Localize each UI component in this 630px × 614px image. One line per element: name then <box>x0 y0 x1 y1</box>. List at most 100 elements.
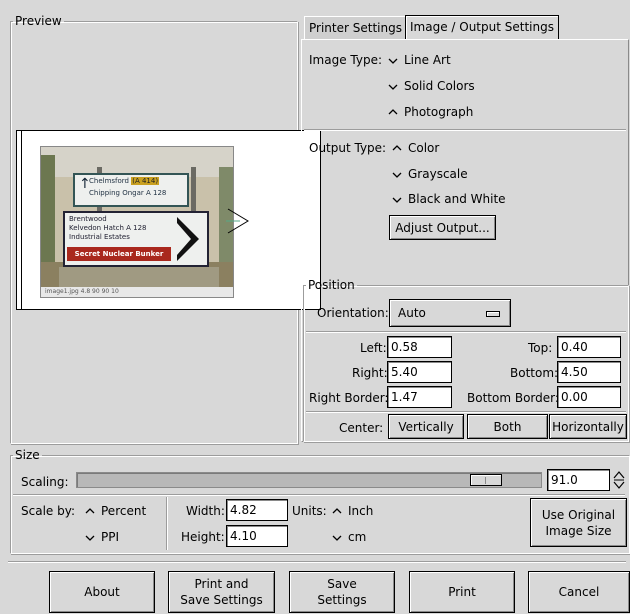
image-status-strip: image1.jpg 4.8 90 90 10 <box>41 287 233 297</box>
sign-banner: Secret Nuclear Bunker <box>67 247 171 261</box>
orientation-dropdown[interactable]: Auto <box>389 299 511 327</box>
units-label: Units: <box>292 504 327 518</box>
print-and-save-settings-button[interactable]: Print and Save Settings <box>168 571 275 613</box>
about-button[interactable]: About <box>49 571 155 613</box>
radio-percent[interactable]: Percent <box>84 503 146 519</box>
separator <box>306 411 626 413</box>
print-and-save-line2: Save Settings <box>180 593 263 607</box>
right-label: Right: <box>352 366 388 380</box>
separator <box>306 331 626 333</box>
radio-solid-colors-label: Solid Colors <box>404 79 475 93</box>
sign-line-chipping-ongar: Chipping Ongar A 128 <box>89 189 167 197</box>
move-arrow-icon <box>226 208 249 234</box>
size-frame-label: Size <box>15 448 40 462</box>
height-label: Height: <box>181 530 225 544</box>
tab-image-output-settings[interactable]: Image / Output Settings <box>405 15 559 40</box>
center-label: Center: <box>339 421 384 435</box>
center-horizontally-button[interactable]: Horizontally <box>549 414 627 439</box>
preview-frame-label: Preview <box>15 14 62 28</box>
radio-off-icon <box>331 531 343 543</box>
radio-line-art-label: Line Art <box>404 53 451 67</box>
orientation-label: Orientation: <box>317 306 389 320</box>
print-button[interactable]: Print <box>409 571 515 613</box>
road-sign-top: ↑ Chelmsford (A 414) Chipping Ongar A 12… <box>73 173 189 207</box>
top-label: Top: <box>528 341 553 355</box>
radio-grayscale-label: Grayscale <box>408 167 468 181</box>
sign-line-brentwood: Brentwood <box>69 215 107 223</box>
radio-cm[interactable]: cm <box>331 529 366 545</box>
top-input[interactable]: 0.40 <box>557 336 621 358</box>
arrow-up-icon: ↑ <box>79 176 91 192</box>
tab-printer-settings[interactable]: Printer Settings <box>304 16 407 39</box>
height-input[interactable]: 4.10 <box>226 525 288 547</box>
right-input[interactable]: 5.40 <box>387 361 452 383</box>
radio-color[interactable]: Color <box>391 140 439 156</box>
save-settings-line2: Settings <box>317 593 367 607</box>
center-vertically-button[interactable]: Vertically <box>388 414 464 439</box>
bottom-input[interactable]: 4.50 <box>557 361 621 383</box>
separator-vertical <box>166 497 168 550</box>
radio-off-icon <box>387 54 399 66</box>
radio-off-icon <box>391 193 403 205</box>
width-input[interactable]: 4.82 <box>226 499 288 521</box>
option-menu-indicator-icon <box>486 311 500 317</box>
scale-by-label: Scale by: <box>21 504 75 518</box>
sign-line-chelmsford: Chelmsford <box>89 177 129 185</box>
preview-image[interactable]: ↑ Chelmsford (A 414) Chipping Ongar A 12… <box>40 146 234 298</box>
scaling-slider-thumb[interactable] <box>470 474 502 486</box>
radio-photograph[interactable]: Photograph <box>387 104 473 120</box>
radio-off-icon <box>84 531 96 543</box>
use-original-size-line1: Use Original <box>541 507 616 522</box>
radio-black-and-white[interactable]: Black and White <box>391 191 506 207</box>
bottom-border-input[interactable]: 0.00 <box>557 386 621 408</box>
radio-on-icon <box>84 505 96 517</box>
right-border-input[interactable]: 1.47 <box>387 386 452 408</box>
radio-percent-label: Percent <box>101 504 147 518</box>
radio-inch[interactable]: Inch <box>331 503 373 519</box>
sign-line-industrial: Industrial Estates <box>69 233 130 241</box>
cancel-button[interactable]: Cancel <box>528 571 630 613</box>
image-type-label: Image Type: <box>309 53 383 67</box>
radio-line-art[interactable]: Line Art <box>387 52 451 68</box>
radio-black-and-white-label: Black and White <box>408 192 506 206</box>
separator <box>8 561 626 563</box>
radio-inch-label: Inch <box>348 504 374 518</box>
scaling-slider[interactable] <box>76 472 542 488</box>
left-input[interactable]: 0.58 <box>387 336 452 358</box>
scaling-input[interactable]: 91.0 <box>547 469 610 491</box>
radio-grayscale[interactable]: Grayscale <box>391 166 468 182</box>
separator <box>304 129 626 131</box>
radio-ppi[interactable]: PPI <box>84 529 119 545</box>
radio-photograph-label: Photograph <box>404 105 474 119</box>
save-settings-line1: Save <box>327 577 357 591</box>
orientation-value: Auto <box>398 306 426 320</box>
left-label: Left: <box>360 341 387 355</box>
center-both-button[interactable]: Both <box>467 414 548 439</box>
output-type-label: Output Type: <box>309 141 387 155</box>
radio-solid-colors[interactable]: Solid Colors <box>387 78 475 94</box>
bottom-border-label: Bottom Border: <box>467 391 559 405</box>
bottom-label: Bottom: <box>510 366 559 380</box>
sign-badge: (A 414) <box>131 177 160 185</box>
radio-off-icon <box>387 80 399 92</box>
save-settings-button[interactable]: Save Settings <box>289 571 395 613</box>
use-original-size-line2: Image Size <box>545 523 612 538</box>
position-frame-label: Position <box>308 278 355 292</box>
radio-color-label: Color <box>408 141 440 155</box>
radio-on-icon <box>387 106 399 118</box>
radio-ppi-label: PPI <box>101 530 120 544</box>
width-label: Width: <box>186 504 225 518</box>
sign-line-kelvedon: Kelvedon Hatch A 128 <box>69 224 147 232</box>
adjust-output-button[interactable]: Adjust Output... <box>389 215 496 240</box>
print-and-save-line1: Print and <box>194 577 249 591</box>
road-sign-bottom: Brentwood Kelvedon Hatch A 128 Industria… <box>63 211 209 267</box>
radio-cm-label: cm <box>348 530 367 544</box>
page-boundary-line-left <box>21 131 22 309</box>
use-original-size-button[interactable]: Use Original Image Size <box>530 498 627 547</box>
scaling-label: Scaling: <box>21 475 69 489</box>
right-border-label: Right Border: <box>309 391 389 405</box>
spin-button-icon[interactable] <box>612 469 626 491</box>
radio-off-icon <box>391 168 403 180</box>
radio-on-icon <box>391 142 403 154</box>
separator <box>13 494 625 496</box>
